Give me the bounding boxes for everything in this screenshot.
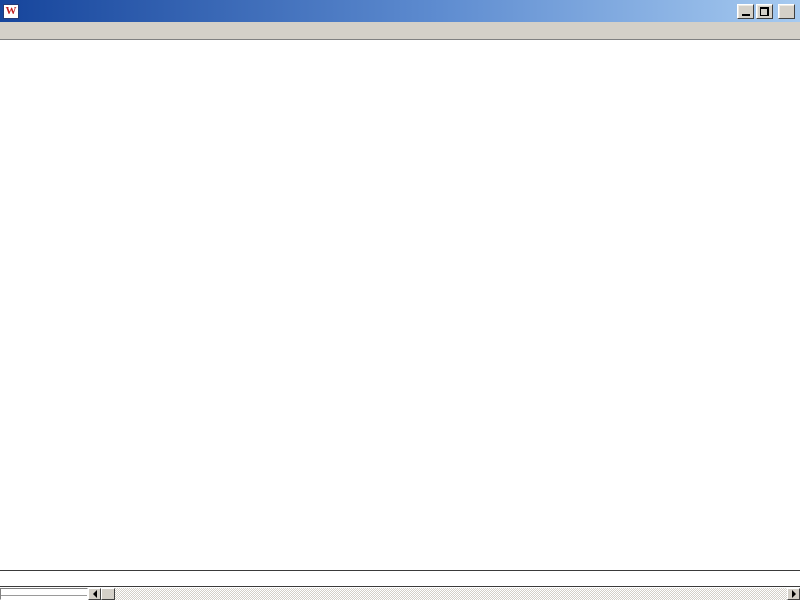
arrow-left-icon [89, 590, 97, 598]
waveform-chart [0, 40, 800, 570]
minimize-icon [742, 14, 750, 16]
window-controls [737, 4, 795, 19]
menu-bar [0, 22, 800, 40]
app-icon: W [3, 4, 19, 19]
scroll-track[interactable] [115, 588, 787, 600]
scroll-preview-box [0, 588, 88, 600]
scroll-thumb[interactable] [101, 588, 115, 600]
scroll-left-button[interactable] [88, 588, 101, 600]
close-button[interactable] [778, 4, 795, 19]
restore-icon [760, 7, 769, 16]
chart-client-area [0, 40, 800, 570]
restore-button[interactable] [756, 4, 773, 19]
minimize-button[interactable] [737, 4, 754, 19]
windaq-window: W [0, 0, 800, 600]
scroll-right-button[interactable] [787, 588, 800, 600]
horizontal-scrollbar[interactable] [0, 588, 800, 600]
arrow-right-icon [792, 590, 800, 598]
status-bar [0, 570, 800, 587]
title-bar[interactable]: W [0, 0, 800, 22]
